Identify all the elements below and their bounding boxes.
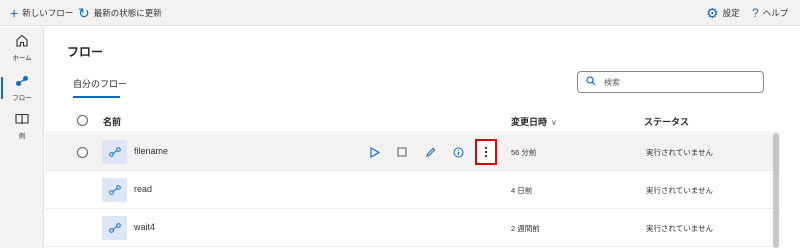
plus-icon: + [10, 4, 19, 21]
flow-status: 実行されていません [646, 186, 714, 195]
table-row[interactable]: filename 56 分前 実行されていません [45, 134, 780, 171]
flow-status: 実行されていません [646, 148, 714, 157]
flow-icon [102, 140, 127, 164]
run-icon[interactable] [365, 143, 383, 161]
column-header-status[interactable]: ステータス [644, 115, 689, 128]
table-row[interactable]: read 4 日前 実行されていません [45, 172, 780, 209]
info-icon[interactable] [449, 143, 467, 161]
book-icon [15, 113, 29, 128]
refresh-label: 最新の状態に更新 [93, 7, 162, 18]
help-label: ヘルプ [762, 7, 789, 18]
help-button[interactable]: ? ヘルプ [752, 0, 788, 26]
home-icon [15, 34, 29, 50]
page-title: フロー [67, 45, 104, 59]
nav-label-flow: フロー [12, 94, 32, 102]
tab-my-flows[interactable]: 自分のフロー [73, 77, 127, 90]
help-icon: ? [752, 5, 759, 20]
flow-icon [102, 216, 127, 240]
new-flow-button[interactable]: + 新しいフロー [10, 0, 73, 26]
more-actions-icon[interactable] [475, 139, 497, 165]
flow-icon [102, 178, 127, 202]
settings-label: 設定 [722, 7, 740, 18]
flow-status: 実行されていません [646, 224, 714, 233]
main-content: フロー 自分のフロー 名前 変更日時∨ ステータス filename [45, 27, 800, 248]
gear-icon: ⚙ [706, 4, 719, 21]
flow-modified: 4 日前 [511, 186, 533, 195]
table-row[interactable]: wait4 2 週間前 実行されていません [45, 210, 780, 247]
chevron-down-icon: ∨ [551, 118, 557, 127]
search-icon [586, 75, 596, 89]
settings-button[interactable]: ⚙ 設定 [706, 0, 740, 26]
left-navigation: ホーム フロー 例 [0, 27, 44, 248]
column-header-modified-label: 変更日時 [511, 117, 548, 127]
nav-label-home: ホーム [12, 55, 32, 62]
refresh-button[interactable]: ↻ 最新の状態に更新 [78, 0, 162, 26]
flow-modified: 56 分前 [511, 148, 537, 157]
table-header: 名前 変更日時 ∨ ステータス [45, 109, 780, 133]
row-select-radio[interactable] [77, 147, 88, 158]
column-header-name[interactable]: 名前 [103, 115, 121, 128]
column-header-modified[interactable]: 変更日時 ∨ [511, 115, 557, 128]
nav-item-flow[interactable]: フロー [0, 71, 44, 105]
stop-icon[interactable] [393, 143, 411, 161]
tab-selected-indicator [73, 96, 120, 98]
flow-name[interactable]: filename [134, 146, 168, 156]
refresh-icon: ↻ [78, 4, 90, 21]
flow-icon [15, 75, 29, 90]
flow-modified: 2 週間前 [511, 224, 540, 233]
new-flow-label: 新しいフロー [22, 7, 74, 18]
flow-name[interactable]: read [134, 184, 152, 194]
search-input[interactable] [604, 77, 754, 87]
edit-icon[interactable] [421, 143, 439, 161]
search-box[interactable] [577, 71, 764, 93]
nav-item-examples[interactable]: 例 [0, 109, 44, 143]
select-all-radio[interactable] [77, 115, 88, 126]
nav-item-home[interactable]: ホーム [0, 31, 44, 65]
vertical-scrollbar[interactable] [773, 133, 779, 248]
flow-name[interactable]: wait4 [134, 222, 155, 232]
command-bar: + 新しいフロー ↻ 最新の状態に更新 ⚙ 設定 ? ヘルプ [0, 0, 800, 26]
nav-label-examples: 例 [18, 132, 26, 140]
